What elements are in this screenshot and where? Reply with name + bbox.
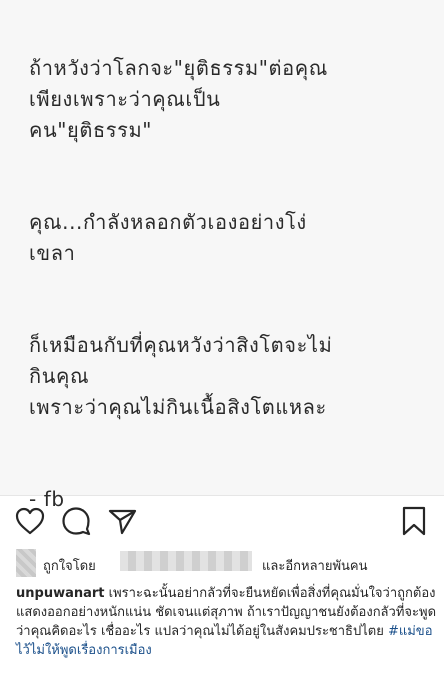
liked-by-label: ถูกใจโดย <box>43 559 96 574</box>
quote-paragraph-2: คุณ...กำลังหลอกตัวเองอย่างโง่ เขลา <box>29 210 307 265</box>
comment-icon[interactable] <box>60 505 92 537</box>
heart-icon[interactable] <box>14 505 46 537</box>
post-image[interactable]: ถ้าหวังว่าโลกจะ"ยุติธรรม"ต่อคุณ เพียงเพร… <box>0 0 444 511</box>
likes-row: ถูกใจโดย และอีกหลายพันคน <box>16 549 436 577</box>
others-label[interactable]: และอีกหลายพันคน <box>262 555 368 576</box>
caption-username[interactable]: unpuwanart <box>16 586 105 601</box>
bookmark-icon[interactable] <box>398 505 430 537</box>
action-bar <box>0 505 444 541</box>
quote-paragraph-1: ถ้าหวังว่าโลกจะ"ยุติธรรม"ต่อคุณ เพียงเพร… <box>29 56 328 142</box>
quote-paragraph-3: ก็เหมือนกับที่คุณหวังว่าสิงโตจะไม่ กินคุ… <box>29 333 333 419</box>
caption: unpuwanart เพราะฉะนั้นอย่ากลัวที่จะยืนหย… <box>16 584 440 660</box>
quote-text: ถ้าหวังว่าโลกจะ"ยุติธรรม"ต่อคุณ เพียงเพร… <box>29 22 429 546</box>
blurred-username[interactable] <box>120 551 252 571</box>
avatar[interactable] <box>16 549 36 577</box>
share-icon[interactable] <box>106 505 138 537</box>
